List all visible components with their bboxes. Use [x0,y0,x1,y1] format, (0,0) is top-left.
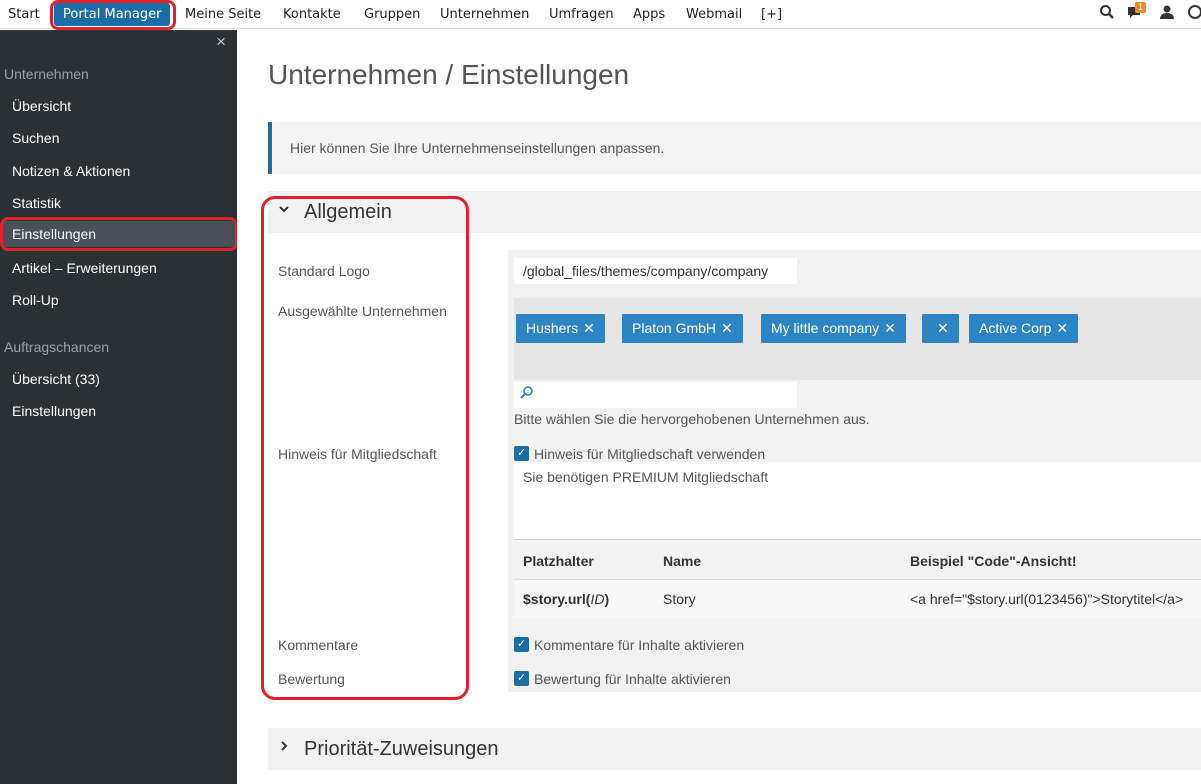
notification-badge: 1 [1135,2,1147,13]
column-header: Name [663,553,702,569]
nav-kontakte[interactable]: Kontakte [283,0,341,29]
table-row: $story.url(ID) Story <a href="$story.url… [514,580,1201,618]
sidebar-item-uebersicht[interactable]: Übersicht [12,98,71,114]
close-icon[interactable]: ✕ [937,320,949,336]
nav-portal-manager[interactable]: Portal Manager [54,3,171,26]
label-bewertung: Bewertung [278,671,345,687]
sidebar-item-auftragschancen-uebersicht[interactable]: Übersicht (33) [12,371,100,387]
close-icon[interactable]: × [216,32,226,52]
nav-meine-seite[interactable]: Meine Seite [185,0,261,29]
close-icon[interactable]: ✕ [721,320,733,336]
tag-label: Platon GmbH [632,320,717,336]
company-tag[interactable]: My little company ✕ [761,314,906,343]
info-box: Hier können Sie Ihre Unternehmenseinstel… [268,122,1201,174]
company-search-input[interactable] [514,382,797,408]
section-header-prioritaet[interactable]: Priorität-Zuweisungen [268,728,1201,770]
nav-unternehmen[interactable]: Unternehmen [440,0,529,29]
tag-label: My little company [771,320,880,336]
user-icon[interactable] [1157,4,1177,24]
table-header: Platzhalter Name Beispiel "Code"-Ansicht… [514,542,1201,580]
nav-add-tab[interactable]: [+] [761,0,782,29]
table-cell-placeholder: $story.url(ID) [523,591,609,607]
comments-checkbox[interactable]: ✓ [514,637,529,652]
column-header: Beispiel "Code"-Ansicht! [910,553,1077,569]
nav-webmail[interactable]: Webmail [686,0,742,29]
membership-textarea-value: Sie benötigen PREMIUM Mitgliedschaft [523,469,769,485]
company-tag[interactable]: ✕ [922,314,959,343]
main-content: Unternehmen / Einstellungen Hier können … [237,30,1201,784]
top-navigation: Start Portal Manager Meine Seite Kontakt… [0,0,1201,29]
standard-logo-input[interactable]: /global_files/themes/company/company [514,258,797,284]
company-tag[interactable]: Platon GmbH ✕ [622,314,743,343]
placeholder-table: Platzhalter Name Beispiel "Code"-Ansicht… [514,542,1201,618]
companies-help-text: Bitte wählen Sie die hervorgehobenen Unt… [514,411,870,427]
label-ausgewaehlte-unternehmen: Ausgewählte Unternehmen [278,303,447,319]
selected-companies-box[interactable]: Hushers ✕ Platon GmbH ✕ My little company ✕… [514,298,1201,380]
rating-checkbox[interactable]: ✓ [514,671,529,686]
company-tag[interactable]: Active Corp ✕ [969,314,1079,343]
sidebar: × Unternehmen Übersicht Suchen Notizen &… [0,30,237,784]
placeholder-code-end: ) [604,591,610,607]
placeholder-param: ID [590,591,605,607]
membership-checkbox[interactable]: ✓ [514,446,529,461]
close-icon[interactable]: ✕ [884,320,896,336]
section-title-prioritaet: Priorität-Zuweisungen [304,738,499,760]
sidebar-group-auftragschancen: Auftragschancen [4,339,110,355]
page-title: Unternehmen / Einstellungen [268,59,630,90]
nav-start[interactable]: Start [8,0,40,29]
label-hinweis-mitgliedschaft: Hinweis für Mitgliedschaft [278,446,437,462]
tag-label: Hushers [526,320,579,336]
sidebar-item-statistik[interactable]: Statistik [12,195,61,211]
label-standard-logo: Standard Logo [278,263,370,279]
table-cell-example: <a href="$story.url(0123456)">Storytitel… [910,591,1184,607]
table-cell-name: Story [663,591,696,607]
sidebar-item-auftragschancen-einstellungen[interactable]: Einstellungen [12,403,96,419]
sidebar-item-suchen[interactable]: Suchen [12,130,59,146]
company-tag[interactable]: Hushers ✕ [516,314,605,343]
close-icon[interactable]: ✕ [1056,320,1068,336]
label-kommentare: Kommentare [278,637,359,653]
sidebar-group-unternehmen: Unternehmen [4,66,89,82]
membership-textarea[interactable]: Sie benötigen PREMIUM Mitgliedschaft [514,462,1201,540]
search-icon[interactable] [1097,4,1117,24]
comments-checkbox-label[interactable]: Kommentare für Inhalte aktivieren [534,637,744,653]
sidebar-item-notizen[interactable]: Notizen & Aktionen [12,163,130,179]
rating-checkbox-label[interactable]: Bewertung für Inhalte aktivieren [534,671,731,687]
section-header-allgemein[interactable]: Allgemein [268,191,1201,233]
chat-icon[interactable]: 1 [1125,2,1147,24]
chevron-right-icon [278,740,290,755]
sidebar-item-artikel-erweiterungen[interactable]: Artikel – Erweiterungen [12,260,157,276]
top-icons: 1 [1091,0,1201,29]
sidebar-item-roll-up[interactable]: Roll-Up [12,292,59,308]
nav-apps[interactable]: Apps [633,0,665,29]
nav-umfragen[interactable]: Umfragen [549,0,614,29]
chevron-down-icon [278,203,290,218]
tag-label: Active Corp [979,320,1052,336]
column-header: Platzhalter [523,553,594,569]
settings-icon[interactable] [1185,4,1201,24]
nav-gruppen[interactable]: Gruppen [364,0,420,29]
membership-checkbox-label[interactable]: Hinweis für Mitgliedschaft verwenden [534,446,765,462]
info-text: Hier können Sie Ihre Unternehmenseinstel… [290,140,665,156]
section-title-allgemein: Allgemein [304,201,392,223]
placeholder-code: $story.url( [523,591,591,607]
sidebar-item-einstellungen[interactable]: Einstellungen [2,221,235,247]
close-icon[interactable]: ✕ [583,320,595,336]
zoom-icon [520,385,534,402]
